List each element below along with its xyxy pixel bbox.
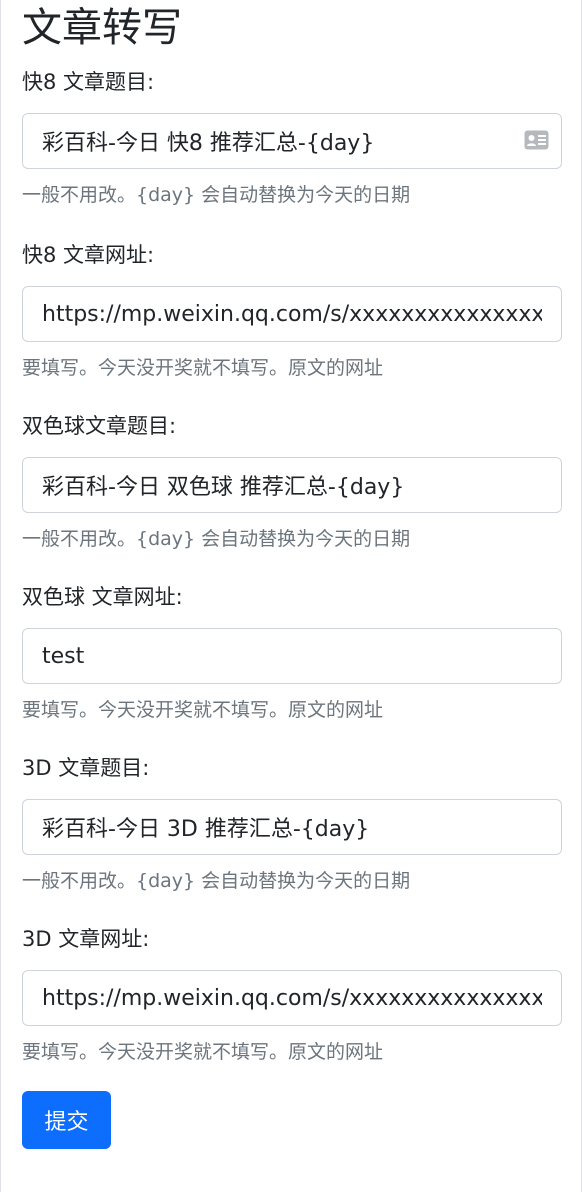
ssq-title-input-wrapper (22, 457, 562, 513)
ssq-url-input[interactable] (23, 629, 561, 683)
3d-url-label: 3D 文章网址: (22, 927, 150, 951)
kuai8-title-input[interactable] (23, 114, 561, 168)
kuai8-url-label: 快8 文章网址: (22, 243, 155, 267)
page-title: 文章转写 (22, 5, 182, 51)
3d-title-label: 3D 文章题目: (22, 756, 150, 780)
ssq-title-group: 双色球文章题目: 一般不用改。{day} 会自动替换为今天的日期 (22, 411, 562, 550)
kuai8-title-label: 快8 文章题目: (22, 70, 155, 94)
3d-title-input[interactable] (23, 800, 561, 854)
kuai8-title-input-wrapper (22, 113, 562, 169)
ssq-url-group: 双色球 文章网址: 要填写。今天没开奖就不填写。原文的网址 (22, 582, 562, 721)
kuai8-title-group: 快8 文章题目: 一般不用改。{day} 会自动替换为今天的日期 (22, 67, 562, 206)
3d-url-input[interactable] (23, 971, 561, 1025)
3d-url-group: 3D 文章网址: 要填写。今天没开奖就不填写。原文的网址 (22, 924, 562, 1063)
3d-title-input-wrapper (22, 799, 562, 855)
ssq-url-input-wrapper (22, 628, 562, 684)
kuai8-url-input-wrapper (22, 286, 562, 342)
page-frame: 文章转写 快8 文章题目: 一般不用改。{day} 会自动替换为今天的日期 快8… (0, 0, 582, 1192)
submit-button[interactable]: 提交 (22, 1091, 111, 1149)
ssq-title-label: 双色球文章题目: (22, 414, 177, 438)
ssq-url-label: 双色球 文章网址: (22, 585, 183, 609)
3d-url-input-wrapper (22, 970, 562, 1026)
contact-card-icon[interactable] (524, 130, 549, 150)
ssq-url-help: 要填写。今天没开奖就不填写。原文的网址 (22, 699, 384, 721)
ssq-title-help: 一般不用改。{day} 会自动替换为今天的日期 (22, 528, 411, 550)
3d-title-help: 一般不用改。{day} 会自动替换为今天的日期 (22, 870, 411, 892)
3d-title-group: 3D 文章题目: 一般不用改。{day} 会自动替换为今天的日期 (22, 753, 562, 892)
kuai8-url-input[interactable] (23, 287, 561, 341)
kuai8-url-help: 要填写。今天没开奖就不填写。原文的网址 (22, 357, 384, 379)
kuai8-url-group: 快8 文章网址: 要填写。今天没开奖就不填写。原文的网址 (22, 240, 562, 379)
kuai8-title-help: 一般不用改。{day} 会自动替换为今天的日期 (22, 184, 411, 206)
3d-url-help: 要填写。今天没开奖就不填写。原文的网址 (22, 1041, 384, 1063)
ssq-title-input[interactable] (23, 458, 561, 512)
